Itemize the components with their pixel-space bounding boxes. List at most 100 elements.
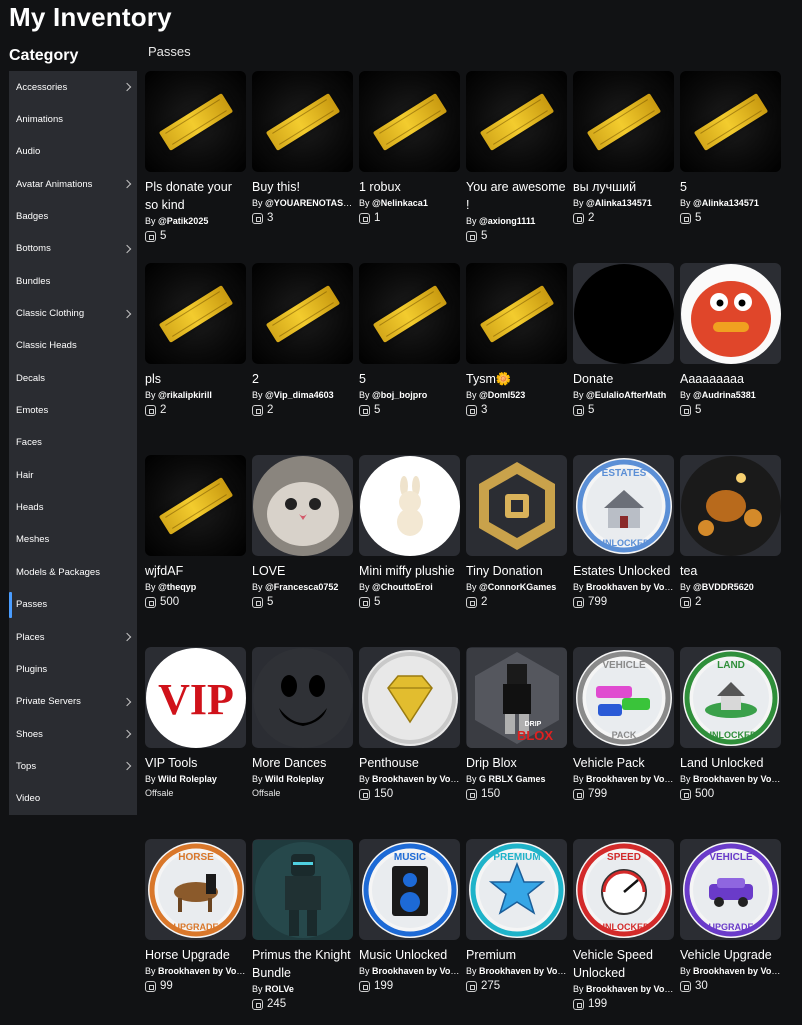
sidebar-item-passes[interactable]: Passes [9, 589, 137, 621]
creator-name[interactable]: Brookhaven by Voldex [693, 774, 781, 784]
pass-name[interactable]: Tysm🌼 [466, 370, 567, 388]
creator-name[interactable]: Brookhaven by Voldex [586, 582, 674, 592]
sidebar-item-accessories[interactable]: Accessories [9, 71, 137, 103]
creator-name[interactable]: Brookhaven by Voldex [479, 966, 567, 976]
pass-name[interactable]: Music Unlocked [359, 946, 460, 964]
creator-name[interactable]: Wild Roleplay [158, 774, 217, 784]
pass-name[interactable]: Vehicle Pack [573, 754, 674, 772]
pass-card[interactable]: VIP VIP Tools By Wild Roleplay Offsale [145, 647, 246, 839]
pass-card[interactable]: Buy this!By @YOUARENOTASIGMA3 [252, 71, 353, 263]
pass-card[interactable]: 5 By @boj_bojpro 5 [359, 263, 460, 455]
creator-name[interactable]: ROLVe [265, 984, 294, 994]
pass-name[interactable]: Tiny Donation [466, 562, 567, 580]
pass-card[interactable]: wjfdAF By @theqyp 500 [145, 455, 246, 647]
sidebar-item-video[interactable]: Video [9, 783, 137, 815]
sidebar-item-models-packages[interactable]: Models & Packages [9, 556, 137, 588]
sidebar-item-decals[interactable]: Decals [9, 362, 137, 394]
creator-name[interactable]: @Alinka134571 [693, 198, 759, 208]
pass-card[interactable]: Donate By @EulalioAfterMath 5 [573, 263, 674, 455]
creator-name[interactable]: @Patik2025 [158, 216, 208, 226]
pass-card[interactable]: You are awesome ! By @axiong1111 5 [466, 71, 567, 263]
creator-name[interactable]: @Audrina5381 [693, 390, 756, 400]
pass-card[interactable]: Primus the Knight Bundle By ROLVe 245 [252, 839, 353, 1025]
sidebar-item-shoes[interactable]: Shoes [9, 718, 137, 750]
sidebar-item-animations[interactable]: Animations [9, 103, 137, 135]
pass-card[interactable]: pls By @rikalipkirill 2 [145, 263, 246, 455]
pass-card[interactable]: MUSIC Music Unlocked By Brookhaven by Vold… [359, 839, 460, 1025]
creator-name[interactable]: Brookhaven by Voldex [693, 966, 781, 976]
pass-card[interactable]: 1 robux By @Nelinkaca1 1 [359, 71, 460, 263]
pass-name[interactable]: Buy this! [252, 178, 353, 196]
pass-name[interactable]: 5 [359, 370, 460, 388]
pass-name[interactable]: pls [145, 370, 246, 388]
creator-name[interactable]: @BVDDR5620 [693, 582, 754, 592]
creator-name[interactable]: @theqyp [158, 582, 196, 592]
pass-card[interactable]: Tysm🌼 By @Doml523 3 [466, 263, 567, 455]
pass-card[interactable]: HORSE UPGRADE Horse Upgrade By Brookhaven b… [145, 839, 246, 1025]
pass-card[interactable]: LAND UNLOCKED Land Unlocked By Brookhaven b… [680, 647, 781, 839]
creator-name[interactable]: Brookhaven by Voldex [586, 774, 674, 784]
pass-name[interactable]: Aaaaaaaaa [680, 370, 781, 388]
creator-name[interactable]: G RBLX Games [479, 774, 546, 784]
pass-name[interactable]: wjfdAF [145, 562, 246, 580]
pass-card[interactable]: 2 By @Vip_dima4603 2 [252, 263, 353, 455]
pass-card[interactable]: VEHICLE UPGRADE Vehicle Upgrade By Brookhav… [680, 839, 781, 1025]
pass-card[interactable]: BLOX DRIP Drip Blox By G RBLX Games 150 [466, 647, 567, 839]
creator-name[interactable]: @ChouttoEroi [372, 582, 433, 592]
sidebar-item-hair[interactable]: Hair [9, 459, 137, 491]
sidebar-item-bundles[interactable]: Bundles [9, 265, 137, 297]
pass-name[interactable]: Vehicle Speed Unlocked [573, 946, 674, 982]
pass-card[interactable]: VEHICLE PACK Vehicle Pack By Brookhaven by … [573, 647, 674, 839]
pass-name[interactable]: Drip Blox [466, 754, 567, 772]
sidebar-item-heads[interactable]: Heads [9, 491, 137, 523]
sidebar-item-avatar-animations[interactable]: Avatar Animations [9, 168, 137, 200]
pass-card[interactable]: ESTATES UNLOCKED Estates Unlocked By Brookh… [573, 455, 674, 647]
creator-name[interactable]: @EulalioAfterMath [586, 390, 666, 400]
pass-card[interactable]: LOVE By @Francesca0752 5 [252, 455, 353, 647]
creator-name[interactable]: Brookhaven by Voldex [372, 774, 460, 784]
sidebar-item-meshes[interactable]: Meshes [9, 524, 137, 556]
creator-name[interactable]: @Francesca0752 [265, 582, 338, 592]
pass-name[interactable]: вы лучший [573, 178, 674, 196]
pass-name[interactable]: Premium [466, 946, 567, 964]
pass-name[interactable]: Penthouse [359, 754, 460, 772]
pass-card[interactable]: Tiny Donation By @ConnorKGames 2 [466, 455, 567, 647]
sidebar-item-bottoms[interactable]: Bottoms [9, 233, 137, 265]
sidebar-item-emotes[interactable]: Emotes [9, 394, 137, 426]
creator-name[interactable]: Wild Roleplay [265, 774, 324, 784]
creator-name[interactable]: Brookhaven by Voldex [586, 984, 674, 994]
sidebar-item-badges[interactable]: Badges [9, 200, 137, 232]
pass-name[interactable]: Estates Unlocked [573, 562, 674, 580]
sidebar-item-classic-heads[interactable]: Classic Heads [9, 330, 137, 362]
creator-name[interactable]: Brookhaven by Voldex [372, 966, 460, 976]
pass-name[interactable]: Donate [573, 370, 674, 388]
pass-card[interactable]: 5 By @Alinka134571 5 [680, 71, 781, 263]
creator-name[interactable]: @boj_bojpro [372, 390, 427, 400]
pass-name[interactable]: Vehicle Upgrade [680, 946, 781, 964]
pass-card[interactable]: Penthouse By Brookhaven by Voldex 150 [359, 647, 460, 839]
creator-name[interactable]: @Nelinkaca1 [372, 198, 428, 208]
pass-card[interactable]: SPEED UNLOCKED Vehicle Speed Unlocked By Br… [573, 839, 674, 1025]
pass-name[interactable]: 5 [680, 178, 781, 196]
pass-name[interactable]: LOVE [252, 562, 353, 580]
pass-card[interactable]: Pls donate your so kind By @Patik2025 5 [145, 71, 246, 263]
pass-card[interactable]: Mini miffy plushie By @ChouttoEroi 5 [359, 455, 460, 647]
sidebar-item-audio[interactable]: Audio [9, 136, 137, 168]
pass-card[interactable]: tea By @BVDDR5620 2 [680, 455, 781, 647]
creator-name[interactable]: @axiong1111 [479, 216, 535, 226]
pass-name[interactable]: You are awesome ! [466, 178, 567, 214]
pass-card[interactable]: More Dances By Wild Roleplay Offsale [252, 647, 353, 839]
pass-name[interactable]: Mini miffy plushie [359, 562, 460, 580]
pass-name[interactable]: VIP Tools [145, 754, 246, 772]
sidebar-item-classic-clothing[interactable]: Classic Clothing [9, 297, 137, 329]
pass-name[interactable]: More Dances [252, 754, 353, 772]
sidebar-item-places[interactable]: Places [9, 621, 137, 653]
sidebar-item-private-servers[interactable]: Private Servers [9, 686, 137, 718]
creator-name[interactable]: @Doml523 [479, 390, 525, 400]
pass-name[interactable]: Land Unlocked [680, 754, 781, 772]
creator-name[interactable]: @Alinka134571 [586, 198, 652, 208]
pass-name[interactable]: tea [680, 562, 781, 580]
pass-name[interactable]: 1 robux [359, 178, 460, 196]
pass-card[interactable]: PREMIUM Premium By Brookhaven by Voldex 275 [466, 839, 567, 1025]
creator-name[interactable]: Brookhaven by Voldex [158, 966, 246, 976]
